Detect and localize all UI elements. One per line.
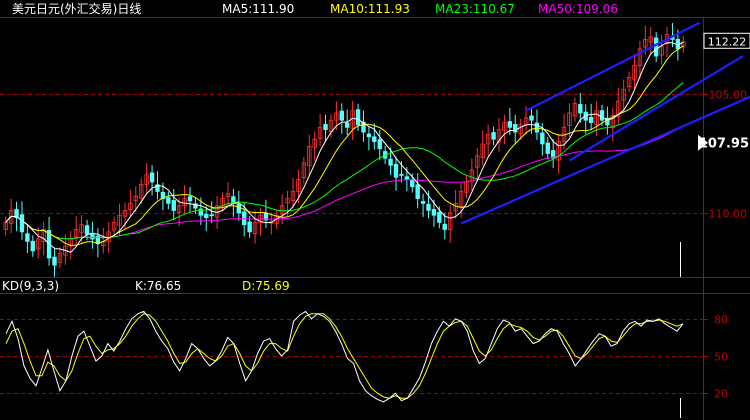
candle-body	[372, 136, 377, 142]
ma23-label: MA23:110.67	[435, 2, 515, 16]
candle-body	[491, 132, 496, 140]
candle-body	[345, 122, 350, 128]
candle-body	[420, 201, 426, 204]
ma10-label: MA10:111.93	[330, 2, 410, 16]
candle-body	[415, 184, 420, 199]
candle-body	[653, 37, 659, 57]
chart-canvas: 110.00105.00112.22107.95205080	[0, 17, 750, 420]
candle-body	[19, 214, 25, 233]
candle-body	[355, 109, 361, 126]
stock-chart-window: 110.00 105.00 112.22 107.95 20 50 80 美元日元(外汇交易…	[0, 0, 750, 420]
candle-body	[171, 200, 176, 211]
kd-tick-label: 20	[714, 388, 728, 401]
candle-body	[388, 158, 393, 166]
candle-body	[166, 197, 171, 204]
marker-price-label: 107.95	[699, 137, 749, 152]
ma10-line	[5, 45, 684, 246]
candle-body	[426, 203, 431, 211]
candle-body	[366, 133, 372, 138]
candle-body	[578, 104, 583, 114]
candle-body	[323, 124, 328, 131]
candle-body	[247, 221, 252, 233]
candle-body	[399, 173, 404, 176]
candles-group	[3, 22, 686, 277]
candle-body	[84, 225, 90, 235]
candle-body	[442, 223, 447, 230]
candle-body	[204, 213, 209, 218]
candle-body	[545, 142, 550, 154]
price-tick-label: 110.00	[709, 208, 748, 221]
candle-body	[25, 233, 30, 242]
trend-lower-line	[460, 95, 750, 225]
last-price-label: 112.22	[708, 35, 747, 48]
candle-body	[90, 232, 95, 240]
candle-body	[431, 209, 437, 216]
candle-body	[377, 139, 382, 150]
kd-d-value: D:75.69	[242, 279, 290, 293]
kd-indicator-label: KD(9,3,3)	[2, 279, 60, 293]
candle-body	[513, 124, 518, 133]
kd-tick-label: 80	[714, 314, 728, 327]
candle-body	[529, 115, 534, 121]
chart-title: 美元日元(外汇交易)日线	[12, 2, 142, 16]
candle-body	[410, 179, 415, 188]
ma50-label: MA50:109.06	[538, 2, 618, 16]
candle-body	[187, 196, 193, 202]
candle-body	[540, 132, 545, 145]
candle-body	[437, 211, 442, 223]
ma50-line	[5, 125, 684, 240]
ma5-label: MA5:111.90	[222, 2, 295, 16]
candle-body	[404, 176, 410, 180]
candle-body	[507, 121, 513, 128]
candle-body	[393, 163, 399, 178]
candle-body	[149, 172, 155, 183]
ma5-line	[5, 41, 684, 253]
candle-body	[52, 256, 57, 266]
candle-body	[339, 110, 344, 121]
candle-body	[588, 116, 594, 123]
candle-body	[599, 110, 605, 121]
candle-body	[236, 203, 241, 214]
kd-k-value: K:76.65	[135, 279, 182, 293]
candle-body	[30, 240, 36, 252]
kd-tick-label: 50	[714, 351, 728, 364]
candle-body	[209, 214, 214, 217]
